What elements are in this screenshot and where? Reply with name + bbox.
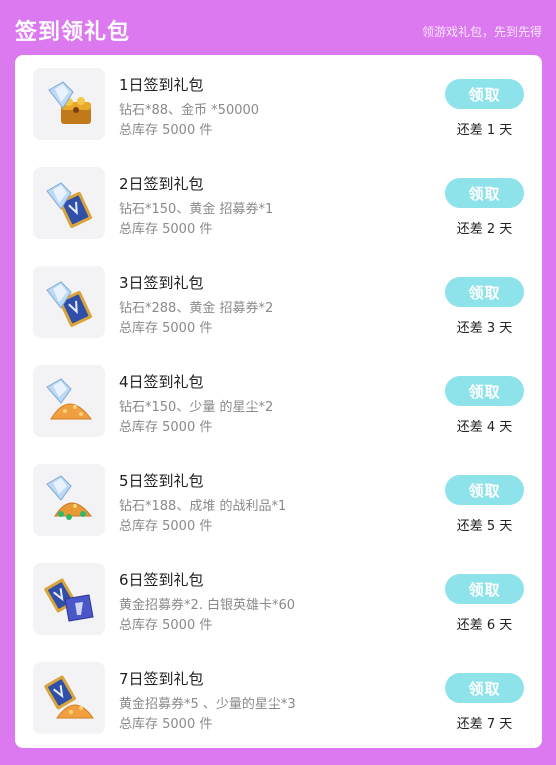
claim-button[interactable]: 领取: [445, 277, 524, 307]
claim-button[interactable]: 领取: [445, 178, 524, 208]
gift-row: 2日签到礼包 钻石*150、黄金 招募券*1 总库存 5000 件 领取 还差 …: [15, 154, 542, 239]
gift-row: 1日签到礼包 钻石*88、金币 *50000 总库存 5000 件 领取 还差 …: [15, 55, 542, 140]
gift-list-panel: 1日签到礼包 钻石*88、金币 *50000 总库存 5000 件 领取 还差 …: [15, 55, 542, 748]
gift-name: 3日签到礼包: [119, 274, 204, 292]
gift-contents: 钻石*288、黄金 招募券*2: [119, 301, 274, 316]
gift-stock: 总库存 5000 件: [119, 123, 213, 138]
gift-name: 1日签到礼包: [119, 76, 204, 94]
gift-contents: 黄金招募券*5 、少量的星尘*3: [119, 697, 296, 712]
gift-contents: 钻石*150、少量 的星尘*2: [119, 400, 274, 415]
gift-row: 3日签到礼包 钻石*288、黄金 招募券*2 总库存 5000 件 领取 还差 …: [15, 253, 542, 338]
claim-button[interactable]: 领取: [445, 79, 524, 109]
gift-contents: 钻石*150、黄金 招募券*1: [119, 202, 274, 217]
gift-name: 4日签到礼包: [119, 373, 204, 391]
claim-button[interactable]: 领取: [445, 376, 524, 406]
days-remaining: 还差 6 天: [456, 618, 513, 633]
gift-name: 6日签到礼包: [119, 571, 204, 589]
gift-row: 6日签到礼包 黄金招募券*2. 白银英雄卡*60 总库存 5000 件 领取 还…: [15, 550, 542, 635]
gift-name: 7日签到礼包: [119, 670, 204, 688]
gift-stock: 总库存 5000 件: [119, 420, 213, 435]
diamond-gold-ticket-icon: [33, 167, 105, 239]
gift-row: 4日签到礼包 钻石*150、少量 的星尘*2 总库存 5000 件 领取 还差 …: [15, 352, 542, 437]
days-remaining: 还差 3 天: [456, 321, 513, 336]
gift-stock: 总库存 5000 件: [119, 321, 213, 336]
gift-contents: 钻石*188、成堆 的战利品*1: [119, 499, 287, 514]
ticket-stardust-icon: [33, 662, 105, 734]
page-title: 签到领礼包: [15, 20, 131, 45]
diamond-treasure-chest-icon: [33, 68, 105, 140]
days-remaining: 还差 7 天: [456, 717, 513, 732]
claim-button[interactable]: 领取: [445, 673, 524, 703]
days-remaining: 还差 2 天: [456, 222, 513, 237]
claim-button[interactable]: 领取: [445, 574, 524, 604]
gift-row: 5日签到礼包 钻石*188、成堆 的战利品*1 总库存 5000 件 领取 还差…: [15, 451, 542, 536]
gift-contents: 钻石*88、金币 *50000: [119, 103, 260, 118]
gift-row: 7日签到礼包 黄金招募券*5 、少量的星尘*3 总库存 5000 件 领取 还差…: [15, 649, 542, 734]
diamond-stardust-icon: [33, 365, 105, 437]
diamond-loot-pile-icon: [33, 464, 105, 536]
gift-stock: 总库存 5000 件: [119, 222, 213, 237]
days-remaining: 还差 4 天: [456, 420, 513, 435]
gift-name: 2日签到礼包: [119, 175, 204, 193]
gift-name: 5日签到礼包: [119, 472, 204, 490]
gift-stock: 总库存 5000 件: [119, 519, 213, 534]
gift-stock: 总库存 5000 件: [119, 717, 213, 732]
days-remaining: 还差 5 天: [456, 519, 513, 534]
gift-contents: 黄金招募券*2. 白银英雄卡*60: [119, 598, 296, 613]
header: 签到领礼包 领游戏礼包，先到先得: [0, 0, 556, 55]
ticket-hero-card-icon: [33, 563, 105, 635]
diamond-gold-ticket-icon: [33, 266, 105, 338]
page-subtitle: 领游戏礼包，先到先得: [421, 25, 542, 39]
days-remaining: 还差 1 天: [456, 123, 513, 138]
gift-stock: 总库存 5000 件: [119, 618, 213, 633]
claim-button[interactable]: 领取: [445, 475, 524, 505]
